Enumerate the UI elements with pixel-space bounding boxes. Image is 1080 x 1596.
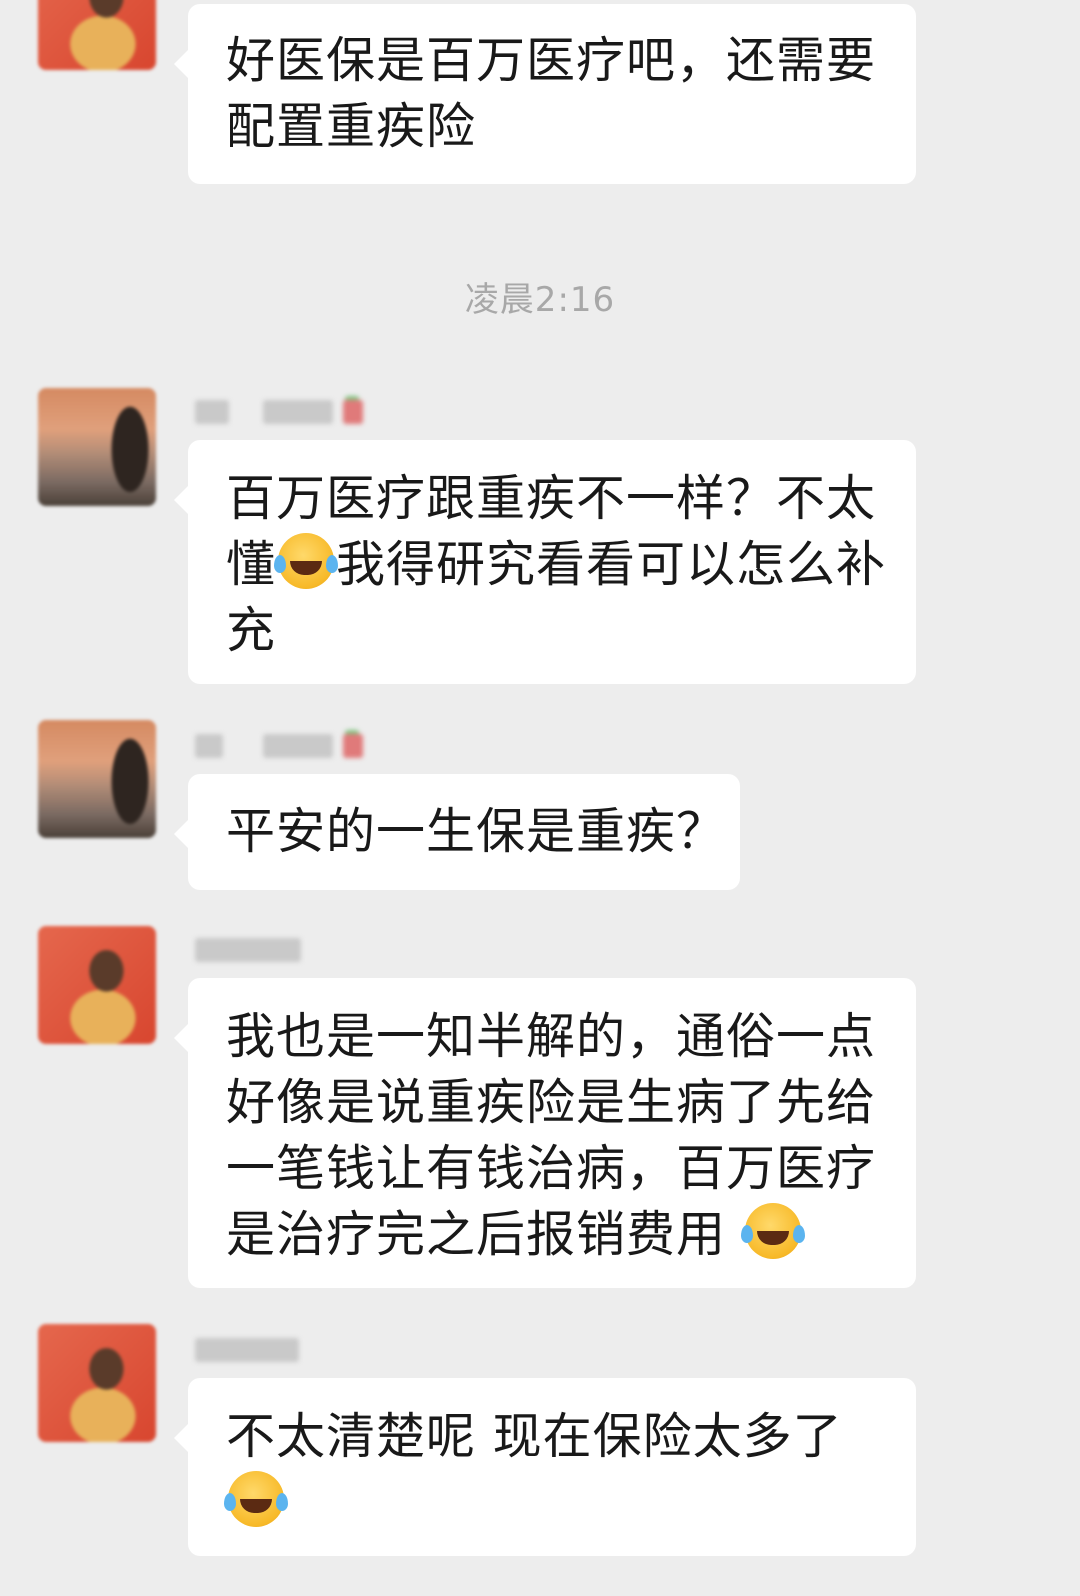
message-text-line: 懂 我得研究看看可以怎么补 <box>226 532 885 598</box>
message-bubble[interactable]: 我也是一知半解的，通俗一点 好像是说重疾险是生病了先给 一笔钱让有钱治病，百万医… <box>174 978 916 1288</box>
avatar[interactable] <box>38 1324 156 1442</box>
message-bubble[interactable]: 平安的一生保是重疾？ <box>174 774 740 890</box>
message-text: 我也是一知半解的，通俗一点 <box>226 1008 877 1065</box>
tears-of-joy-emoji-icon <box>740 1203 801 1259</box>
message-bubble[interactable]: 百万医疗跟重疾不一样？不太 懂 我得研究看看可以怎么补 充 <box>174 440 916 684</box>
message-text: 不太清楚呢 现在保险太多了 <box>226 1408 843 1465</box>
facepalm-emoji-icon <box>274 533 335 589</box>
message-text: 懂 <box>226 536 277 593</box>
avatar[interactable] <box>38 720 156 838</box>
tears-of-joy-emoji-icon <box>224 1471 284 1527</box>
sender-name-blurred <box>193 932 373 966</box>
message-text: 是治疗完之后报销费用 <box>226 1206 743 1263</box>
message-text: 充 <box>226 602 277 659</box>
message-text-line <box>224 1470 878 1536</box>
message-text: 一笔钱让有钱治病，百万医疗 <box>226 1140 877 1197</box>
message-text: 好像是说重疾险是生病了先给 <box>226 1074 877 1131</box>
avatar[interactable] <box>38 0 156 70</box>
message-text: 我得研究看看可以怎么补 <box>336 536 887 593</box>
avatar[interactable] <box>38 926 156 1044</box>
message-text: 配置重疾险 <box>226 98 477 155</box>
message-text-line: 是治疗完之后报销费用 <box>226 1202 878 1268</box>
sender-name-blurred <box>193 394 373 428</box>
message-text: 平安的一生保是重疾？ <box>226 803 727 860</box>
message-text: 百万医疗跟重疾不一样？不太 <box>226 470 877 527</box>
message-text: 好医保是百万医疗吧，还需要 <box>226 32 877 89</box>
chat-timestamp: 凌晨2:16 <box>464 280 616 320</box>
message-bubble[interactable]: 好医保是百万医疗吧，还需要 配置重疾险 <box>174 4 916 184</box>
sender-name-blurred <box>193 1332 373 1366</box>
message-bubble[interactable]: 不太清楚呢 现在保险太多了 <box>174 1378 916 1556</box>
avatar[interactable] <box>38 388 156 506</box>
sender-name-blurred <box>193 728 373 762</box>
